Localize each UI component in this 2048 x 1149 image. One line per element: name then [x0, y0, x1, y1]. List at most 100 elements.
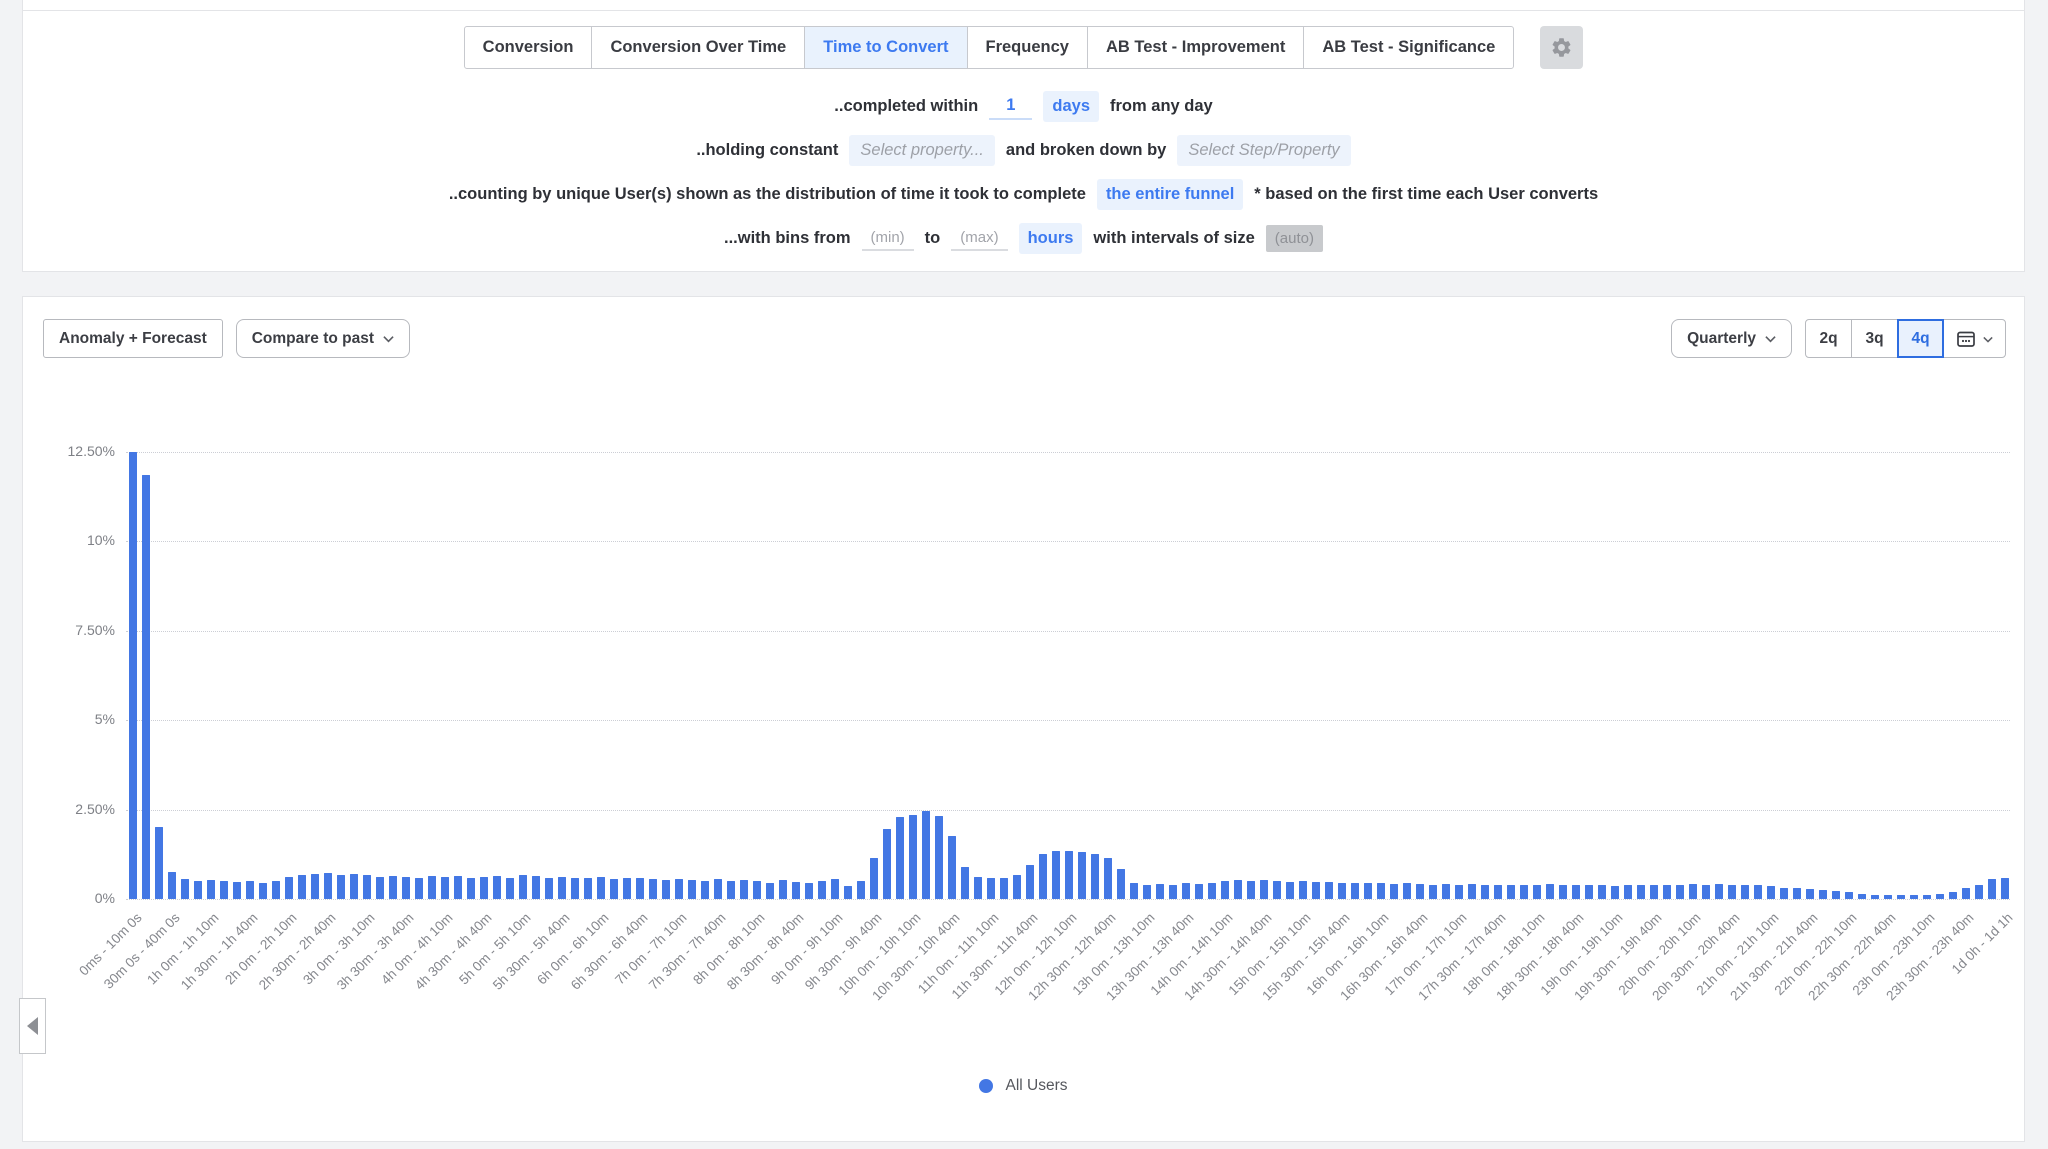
histogram-bar[interactable] [129, 452, 137, 900]
histogram-bar[interactable] [1585, 885, 1593, 899]
histogram-bar[interactable] [272, 881, 280, 899]
histogram-bar[interactable] [948, 836, 956, 899]
tab-ab-test-improvement[interactable]: AB Test - Improvement [1087, 26, 1304, 69]
histogram-bar[interactable] [1234, 880, 1242, 899]
histogram-bar[interactable] [207, 880, 215, 899]
histogram-bar[interactable] [1715, 884, 1723, 899]
histogram-bar[interactable] [1546, 884, 1554, 899]
histogram-bar[interactable] [1897, 895, 1905, 899]
histogram-bar[interactable] [1754, 885, 1762, 899]
histogram-bar[interactable] [870, 858, 878, 899]
histogram-bar[interactable] [1182, 883, 1190, 899]
histogram-bar[interactable] [1104, 858, 1112, 899]
histogram-bar[interactable] [1455, 885, 1463, 899]
histogram-bar[interactable] [974, 877, 982, 899]
select-property-dropdown[interactable]: Select property... [849, 135, 995, 166]
histogram-bar[interactable] [1468, 884, 1476, 899]
histogram-bar[interactable] [1637, 885, 1645, 899]
tab-time-to-convert[interactable]: Time to Convert [804, 26, 967, 69]
tab-frequency[interactable]: Frequency [967, 26, 1088, 69]
histogram-bar[interactable] [1247, 881, 1255, 899]
histogram-bar[interactable] [168, 872, 176, 899]
histogram-bar[interactable] [1403, 883, 1411, 899]
select-step-property-dropdown[interactable]: Select Step/Property [1177, 135, 1350, 166]
histogram-bar[interactable] [766, 883, 774, 899]
histogram-bar[interactable] [298, 875, 306, 899]
histogram-bar[interactable] [506, 878, 514, 899]
histogram-bar[interactable] [220, 881, 228, 899]
anomaly-forecast-button[interactable]: Anomaly + Forecast [43, 319, 223, 358]
histogram-bar[interactable] [1650, 885, 1658, 899]
histogram-bar[interactable] [740, 880, 748, 899]
histogram-bar[interactable] [1000, 878, 1008, 899]
histogram-bar[interactable] [1156, 884, 1164, 899]
histogram-bar[interactable] [311, 874, 319, 899]
histogram-bar[interactable] [1806, 889, 1814, 899]
collapse-panel-handle[interactable] [19, 998, 46, 1054]
histogram-bar[interactable] [779, 880, 787, 899]
histogram-bar[interactable] [1169, 885, 1177, 899]
histogram-bar[interactable] [142, 475, 150, 899]
histogram-bar[interactable] [1390, 884, 1398, 899]
histogram-bar[interactable] [1507, 885, 1515, 899]
interval-size-input[interactable]: (auto) [1266, 225, 1323, 252]
histogram-bar[interactable] [194, 881, 202, 899]
histogram-bar[interactable] [1884, 895, 1892, 899]
histogram-bar[interactable] [1793, 888, 1801, 899]
histogram-bar[interactable] [1871, 895, 1879, 899]
histogram-bar[interactable] [1598, 885, 1606, 899]
histogram-bar[interactable] [818, 881, 826, 899]
histogram-bar[interactable] [1520, 885, 1528, 899]
range-3q-button[interactable]: 3q [1851, 319, 1898, 358]
histogram-bar[interactable] [1910, 895, 1918, 899]
histogram-bar[interactable] [1481, 885, 1489, 899]
histogram-bar[interactable] [1832, 891, 1840, 899]
histogram-bar[interactable] [1572, 885, 1580, 899]
settings-button[interactable] [1540, 26, 1583, 69]
compare-to-past-button[interactable]: Compare to past [236, 319, 410, 358]
histogram-bar[interactable] [844, 886, 852, 899]
histogram-bar[interactable] [1299, 881, 1307, 899]
histogram-bar[interactable] [727, 881, 735, 899]
histogram-bar[interactable] [1442, 884, 1450, 899]
histogram-bar[interactable] [402, 877, 410, 899]
histogram-bar[interactable] [1676, 885, 1684, 899]
histogram-bar[interactable] [610, 879, 618, 899]
histogram-bar[interactable] [987, 878, 995, 899]
histogram-bar[interactable] [337, 875, 345, 899]
histogram-bar[interactable] [662, 880, 670, 899]
range-2q-button[interactable]: 2q [1805, 319, 1852, 358]
histogram-bar[interactable] [1624, 885, 1632, 899]
histogram-bar[interactable] [623, 878, 631, 899]
histogram-bar[interactable] [714, 879, 722, 899]
histogram-bar[interactable] [1416, 884, 1424, 899]
histogram-bar[interactable] [1013, 875, 1021, 899]
histogram-bar[interactable] [1988, 879, 1996, 899]
histogram-bar[interactable] [493, 876, 501, 899]
histogram-bar[interactable] [1195, 884, 1203, 899]
histogram-bar[interactable] [896, 817, 904, 899]
histogram-bar[interactable] [181, 879, 189, 899]
histogram-bar[interactable] [2001, 878, 2009, 899]
histogram-bar[interactable] [1351, 883, 1359, 899]
histogram-bar[interactable] [1286, 882, 1294, 899]
histogram-bar[interactable] [922, 811, 930, 899]
bins-unit-selector[interactable]: hours [1019, 223, 1083, 254]
histogram-bar[interactable] [1689, 884, 1697, 899]
histogram-bar[interactable] [1780, 888, 1788, 899]
histogram-bar[interactable] [1143, 885, 1151, 899]
tab-conversion[interactable]: Conversion [464, 26, 593, 69]
histogram-bar[interactable] [636, 878, 644, 899]
histogram-bar[interactable] [1312, 882, 1320, 899]
histogram-bar[interactable] [597, 877, 605, 899]
histogram-bar[interactable] [350, 874, 358, 899]
histogram-bar[interactable] [1845, 892, 1853, 899]
histogram-bar[interactable] [1377, 883, 1385, 899]
histogram-bar[interactable] [1494, 885, 1502, 899]
histogram-bar[interactable] [519, 875, 527, 899]
histogram-bar[interactable] [1559, 885, 1567, 899]
range-4q-button[interactable]: 4q [1897, 319, 1944, 358]
histogram-bar[interactable] [909, 815, 917, 899]
histogram-bar[interactable] [701, 881, 709, 899]
histogram-bar[interactable] [376, 877, 384, 899]
